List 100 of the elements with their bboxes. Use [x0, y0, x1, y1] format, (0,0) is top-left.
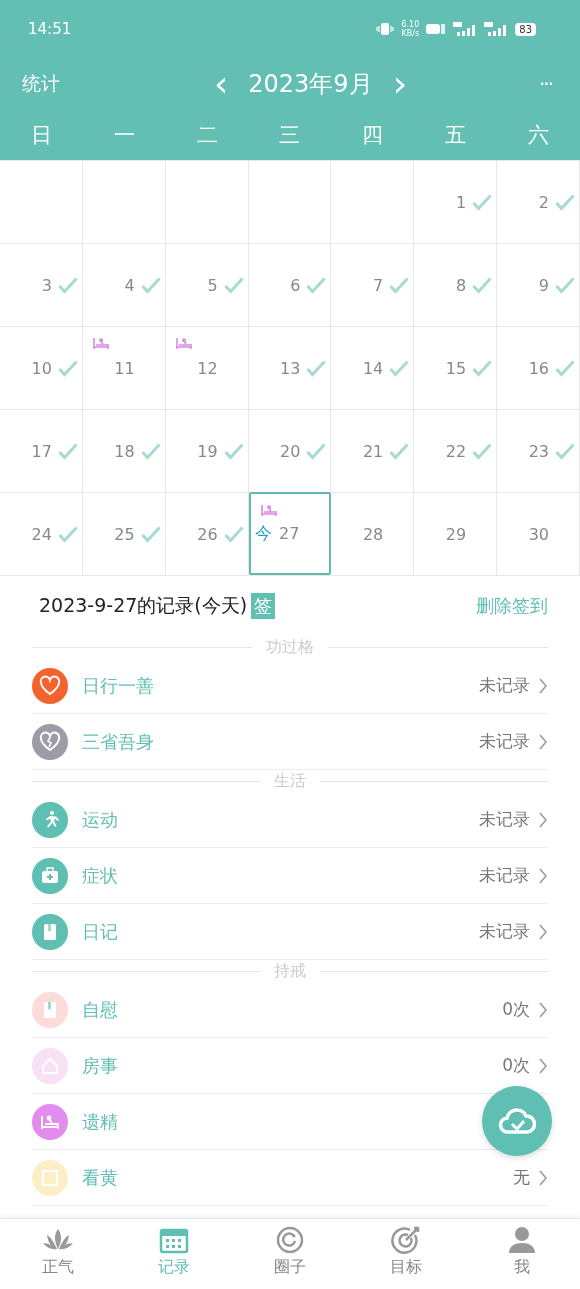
check-icon: [389, 276, 410, 294]
day-cell[interactable]: 14: [331, 326, 415, 409]
month-title: 2023年9月: [248, 69, 373, 100]
more-button[interactable]: ···: [530, 74, 560, 94]
day-number: 25: [114, 524, 135, 544]
day-cell[interactable]: 23: [497, 409, 580, 492]
chevron-icon: [538, 733, 548, 750]
record-label: 运动: [82, 807, 118, 832]
day-number: 16: [528, 358, 549, 378]
day-cell[interactable]: 2: [497, 160, 580, 243]
day-number: 28: [362, 524, 384, 544]
record-label: 日行一善: [82, 673, 154, 698]
day-cell[interactable]: 25: [82, 492, 166, 575]
delete-sign-in-link[interactable]: 删除签到: [476, 594, 548, 618]
weekday-label: 六: [527, 122, 551, 149]
cloud-sync-button[interactable]: [482, 1086, 552, 1156]
weekday-label: 五: [444, 122, 468, 149]
day-cell[interactable]: 7: [331, 243, 415, 326]
nav-tab[interactable]: 圈子: [232, 1219, 348, 1289]
day-cell[interactable]: 9: [497, 243, 580, 326]
day-cell[interactable]: 5: [165, 243, 249, 326]
nav-tab[interactable]: 记录: [116, 1219, 232, 1289]
day-number: 30: [528, 524, 549, 544]
day-cell[interactable]: 17: [0, 409, 83, 492]
nav-tab[interactable]: 我: [464, 1219, 580, 1289]
check-icon: [57, 276, 78, 294]
record-label: 房事: [82, 1053, 118, 1078]
day-number: 4: [124, 275, 135, 295]
day-cell[interactable]: 6: [248, 243, 332, 326]
chevron-icon: [538, 811, 548, 828]
check-icon: [555, 276, 575, 294]
record-value: 无: [513, 1166, 530, 1189]
day-cell[interactable]: 26: [165, 492, 249, 575]
record-value: 0次: [502, 998, 530, 1021]
day-cell[interactable]: 29: [414, 492, 498, 575]
record-label: 三省吾身: [82, 729, 154, 754]
chevron-icon: [538, 923, 548, 940]
day-number: 9: [538, 275, 549, 295]
record-label: 看黄: [82, 1165, 118, 1190]
day-number: 7: [373, 275, 384, 295]
signal-icon: [484, 22, 509, 36]
day-number: 29: [445, 524, 467, 544]
day-cell[interactable]: 22: [414, 409, 498, 492]
check-icon: [472, 276, 493, 294]
check-icon: [472, 193, 493, 211]
nav-tab[interactable]: 目标: [348, 1219, 464, 1289]
check-icon: [140, 442, 161, 460]
record-value: 未记录: [479, 674, 530, 697]
day-cell[interactable]: 20: [248, 409, 332, 492]
weekday-label: 三: [278, 122, 302, 149]
day-cell[interactable]: 4: [82, 243, 166, 326]
day-number: 6: [290, 275, 301, 295]
day-cell[interactable]: 11: [82, 326, 166, 409]
weekday-label: 一: [112, 122, 136, 149]
previous-month-button[interactable]: ‹: [205, 66, 237, 102]
check-icon: [306, 276, 327, 294]
day-cell[interactable]: 1: [414, 160, 498, 243]
record-label: 症状: [82, 863, 118, 888]
day-number: 23: [528, 441, 549, 461]
day-cell[interactable]: 10: [0, 326, 83, 409]
check-icon: [223, 442, 244, 460]
day-cell[interactable]: 今 27: [248, 492, 332, 575]
nav-tab[interactable]: 正气: [0, 1219, 116, 1289]
check-icon: [223, 525, 244, 543]
day-cell[interactable]: 8: [414, 243, 498, 326]
day-number: 19: [197, 441, 218, 461]
target-icon: [390, 1225, 422, 1255]
record-value: 未记录: [479, 730, 530, 753]
day-cell[interactable]: 24: [0, 492, 83, 575]
day-number: 15: [445, 358, 467, 378]
day-number: 21: [362, 441, 384, 461]
check-icon: [57, 442, 78, 460]
bed-icon: [92, 337, 109, 350]
day-cell[interactable]: 19: [165, 409, 249, 492]
day-cell[interactable]: 12: [165, 326, 249, 409]
day-cell[interactable]: 13: [248, 326, 332, 409]
check-icon: [389, 442, 410, 460]
check-icon: [555, 359, 575, 377]
check-icon: [223, 276, 244, 294]
check-icon: [306, 442, 327, 460]
day-cell[interactable]: 16: [497, 326, 580, 409]
check-icon: [306, 359, 327, 377]
check-icon: [555, 193, 575, 211]
stats-link[interactable]: 统计: [22, 71, 60, 97]
day-number: 20: [280, 441, 301, 461]
day-number: 12: [197, 358, 218, 378]
day-cell[interactable]: 30: [497, 492, 580, 575]
day-cell[interactable]: 18: [82, 409, 166, 492]
day-number: 3: [41, 275, 52, 295]
day-cell[interactable]: 15: [414, 326, 498, 409]
day-number: 2: [538, 192, 549, 212]
check-icon: [555, 442, 575, 460]
day-cell[interactable]: 21: [331, 409, 415, 492]
weekday-label: 四: [361, 122, 385, 149]
weekday-label: 日: [29, 122, 53, 149]
status-time: 14:51: [28, 20, 72, 38]
day-cell[interactable]: 3: [0, 243, 83, 326]
day-cell[interactable]: 28: [331, 492, 415, 575]
next-month-button[interactable]: ›: [384, 66, 416, 102]
record-label: 日记: [82, 919, 118, 944]
